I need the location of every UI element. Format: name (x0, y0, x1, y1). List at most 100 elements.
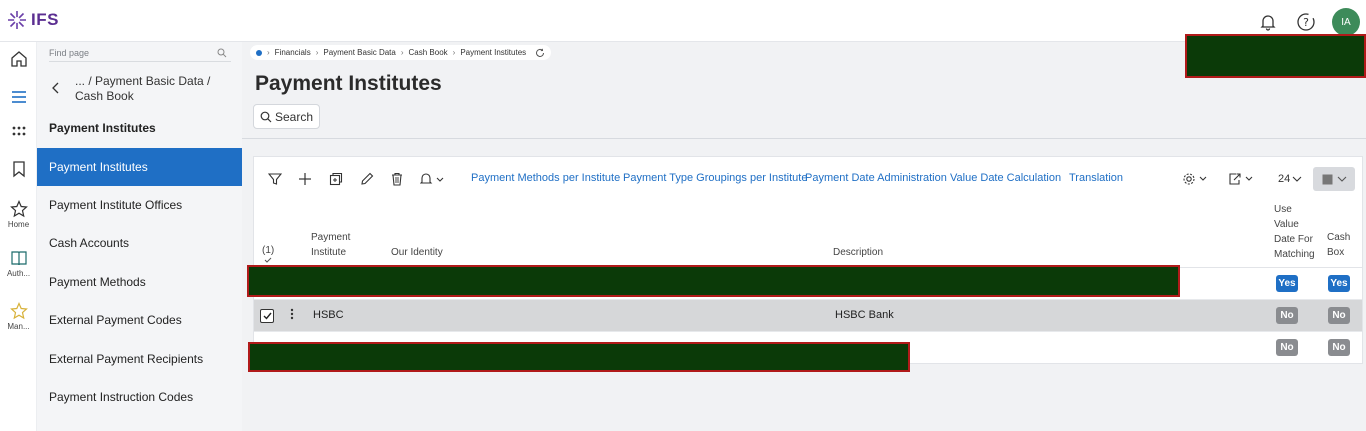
nav-item-payment-institutes[interactable]: Payment Institutes (37, 148, 242, 186)
nav-breadcrumb[interactable]: ... / Payment Basic Data / Cash Book (75, 74, 240, 104)
edit-pencil-icon[interactable] (358, 170, 376, 188)
notifications-bell-icon[interactable] (1256, 10, 1280, 34)
left-rail: Home Auth... Man... (0, 42, 37, 431)
breadcrumb-item-payment-institutes[interactable]: Payment Institutes (460, 48, 526, 57)
link-payment-methods-per-institute[interactable]: Payment Methods per Institute (471, 172, 620, 184)
col-header-payment-institute[interactable]: Payment Institute (311, 230, 350, 260)
col-header-line: Use (1274, 204, 1292, 215)
col-header-description[interactable]: Description (833, 245, 883, 260)
col-header-our-identity[interactable]: Our Identity (391, 245, 443, 260)
rail-auth[interactable]: Auth... (0, 249, 37, 278)
table-toolbar: Payment Methods per Institute Payment Ty… (254, 166, 1362, 192)
home-icon (10, 51, 27, 67)
back-chevron-icon[interactable] (51, 82, 61, 94)
bookmark-icon (12, 161, 25, 178)
rail-label-man: Man... (7, 322, 30, 331)
rail-menu[interactable] (0, 88, 37, 106)
chevron-down-icon[interactable] (1292, 175, 1302, 183)
row-checkbox[interactable] (260, 309, 274, 323)
col-header-line: Date For (1274, 234, 1313, 245)
link-value-date-calculation[interactable]: Value Date Calculation (950, 172, 1061, 184)
settings-gear-icon[interactable] (1182, 170, 1212, 188)
filter-icon[interactable] (266, 170, 284, 188)
grid-view-icon (1322, 174, 1332, 184)
book-icon (10, 251, 27, 266)
rail-label-auth: Auth... (6, 269, 31, 278)
col-header-line: Cash (1327, 232, 1351, 243)
header-divider (242, 138, 1366, 139)
col-header-cash-box[interactable]: Cash Box (1327, 230, 1350, 260)
use-value-date-badge: Yes (1276, 275, 1298, 292)
redaction-box (247, 265, 1180, 297)
notification-bell-dropdown-icon[interactable] (418, 170, 448, 188)
duplicate-icon[interactable] (327, 170, 345, 188)
link-translation[interactable]: Translation (1069, 172, 1123, 184)
cash-box-badge: No (1328, 307, 1350, 324)
breadcrumb-separator: › (400, 48, 404, 57)
select-all-check-icon[interactable] (264, 257, 272, 263)
selection-count: (1) (262, 245, 275, 256)
use-value-date-badge: No (1276, 307, 1298, 324)
breadcrumb-item-financials[interactable]: Financials (275, 48, 311, 57)
apps-grid-icon (12, 126, 25, 136)
cell-payment-institute: HSBC (313, 309, 344, 321)
col-header-line: Matching (1274, 249, 1315, 260)
search-button-label: Search (274, 109, 314, 124)
star-outline-icon (9, 302, 28, 320)
ifs-logo-icon (8, 11, 26, 29)
ifs-logo[interactable]: IFS (6, 9, 59, 31)
svg-text:?: ? (1303, 16, 1309, 29)
help-icon[interactable]: ? (1294, 10, 1318, 34)
rail-home[interactable] (0, 50, 37, 68)
rail-home-favorite[interactable]: Home (0, 200, 37, 229)
page-size-select[interactable]: 24 (1278, 173, 1290, 185)
col-header-use-value-date[interactable]: Use Value Date For Matching (1274, 202, 1315, 262)
breadcrumb-separator: › (452, 48, 456, 57)
search-button[interactable]: Search (253, 104, 320, 129)
col-header-line: Institute (311, 247, 347, 258)
export-icon[interactable] (1227, 170, 1257, 188)
menu-icon (11, 91, 26, 103)
top-bar: IFS ? IA (0, 0, 1366, 42)
rail-bookmark[interactable] (0, 160, 37, 178)
add-icon[interactable] (296, 170, 314, 188)
breadcrumb: › Financials › Payment Basic Data › Cash… (250, 45, 552, 60)
user-avatar[interactable]: IA (1332, 8, 1360, 36)
logo-text: IFS (31, 10, 59, 29)
link-payment-type-groupings[interactable]: Payment Type Groupings per Institute (623, 172, 807, 184)
nav-item-payment-methods[interactable]: Payment Methods (37, 263, 242, 301)
nav-heading: Payment Institutes (49, 121, 156, 135)
breadcrumb-home-dot[interactable] (256, 49, 262, 56)
cash-box-badge: No (1328, 339, 1350, 356)
table-row-selected[interactable]: HSBC HSBC Bank No No (254, 300, 1362, 332)
breadcrumb-item-payment-basic-data[interactable]: Payment Basic Data (323, 48, 395, 57)
nav-item-payment-instruction-codes[interactable]: Payment Instruction Codes (37, 378, 242, 416)
cell-description: HSBC Bank (835, 309, 894, 321)
rail-man[interactable]: Man... (0, 302, 37, 331)
breadcrumb-separator: › (267, 48, 270, 57)
page-title: Payment Institutes (255, 72, 442, 95)
search-icon[interactable] (217, 48, 227, 58)
col-header-line: Box (1327, 247, 1345, 258)
link-payment-date-administration[interactable]: Payment Date Administration (805, 172, 947, 184)
nav-item-cash-accounts[interactable]: Cash Accounts (37, 224, 242, 262)
nav-item-external-payment-codes[interactable]: External Payment Codes (37, 301, 242, 339)
breadcrumb-separator: › (315, 48, 319, 57)
use-value-date-badge: No (1276, 339, 1298, 356)
star-icon (9, 200, 28, 218)
row-actions-kebab-icon[interactable] (290, 308, 294, 320)
rail-apps[interactable] (0, 124, 37, 140)
main-content: › Financials › Payment Basic Data › Cash… (242, 42, 1366, 431)
nav-item-payment-institute-offices[interactable]: Payment Institute Offices (37, 186, 242, 224)
nav-item-external-payment-recipients[interactable]: External Payment Recipients (37, 340, 242, 378)
find-page-input[interactable]: Find page (49, 48, 231, 62)
breadcrumb-item-cash-book[interactable]: Cash Book (409, 48, 448, 57)
view-toggle-button[interactable] (1313, 167, 1355, 191)
redaction-box (1185, 34, 1366, 78)
delete-trash-icon[interactable] (388, 170, 406, 188)
col-header-line: Payment (311, 232, 351, 243)
checkmark-icon (263, 312, 272, 320)
chevron-down-icon (1337, 176, 1346, 182)
col-header-line: Value (1274, 219, 1299, 230)
refresh-icon[interactable] (535, 48, 545, 58)
